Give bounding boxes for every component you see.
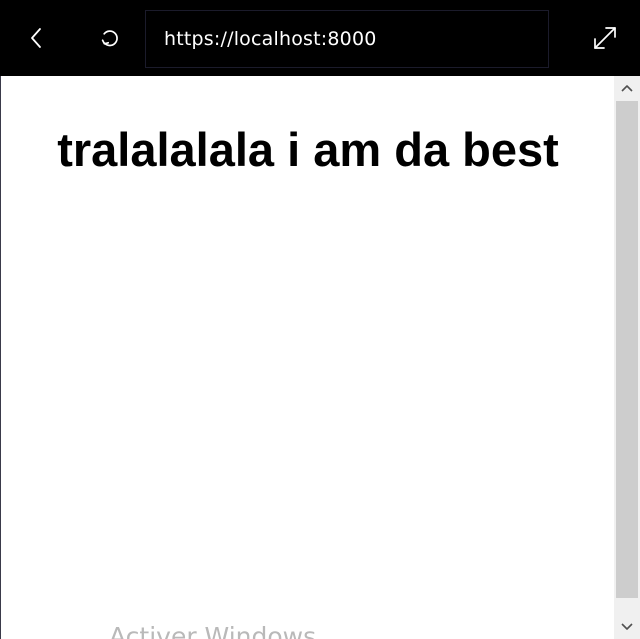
expand-icon bbox=[594, 27, 616, 49]
vertical-scrollbar[interactable] bbox=[614, 76, 640, 639]
address-bar[interactable]: https://localhost:8000 bbox=[145, 10, 549, 68]
browser-toolbar: https://localhost:8000 bbox=[0, 0, 640, 76]
chevron-up-icon bbox=[621, 85, 633, 92]
expand-button[interactable] bbox=[581, 14, 629, 62]
reload-icon bbox=[101, 30, 118, 47]
activate-windows-watermark: Activer Windows bbox=[109, 622, 317, 639]
scroll-up-button[interactable] bbox=[614, 76, 640, 100]
browser-window: https://localhost:8000 tralalalala i am … bbox=[0, 0, 640, 639]
address-text: https://localhost:8000 bbox=[164, 28, 377, 50]
page-heading: tralalalala i am da best bbox=[57, 123, 559, 176]
chevron-left-icon bbox=[31, 28, 41, 48]
chevron-down-icon bbox=[621, 623, 633, 630]
reload-button[interactable] bbox=[86, 14, 134, 62]
page-content: tralalalala i am da best Activer Windows bbox=[0, 76, 614, 639]
scroll-down-button[interactable] bbox=[614, 615, 640, 639]
scroll-thumb[interactable] bbox=[616, 101, 638, 598]
back-button[interactable] bbox=[13, 14, 61, 62]
